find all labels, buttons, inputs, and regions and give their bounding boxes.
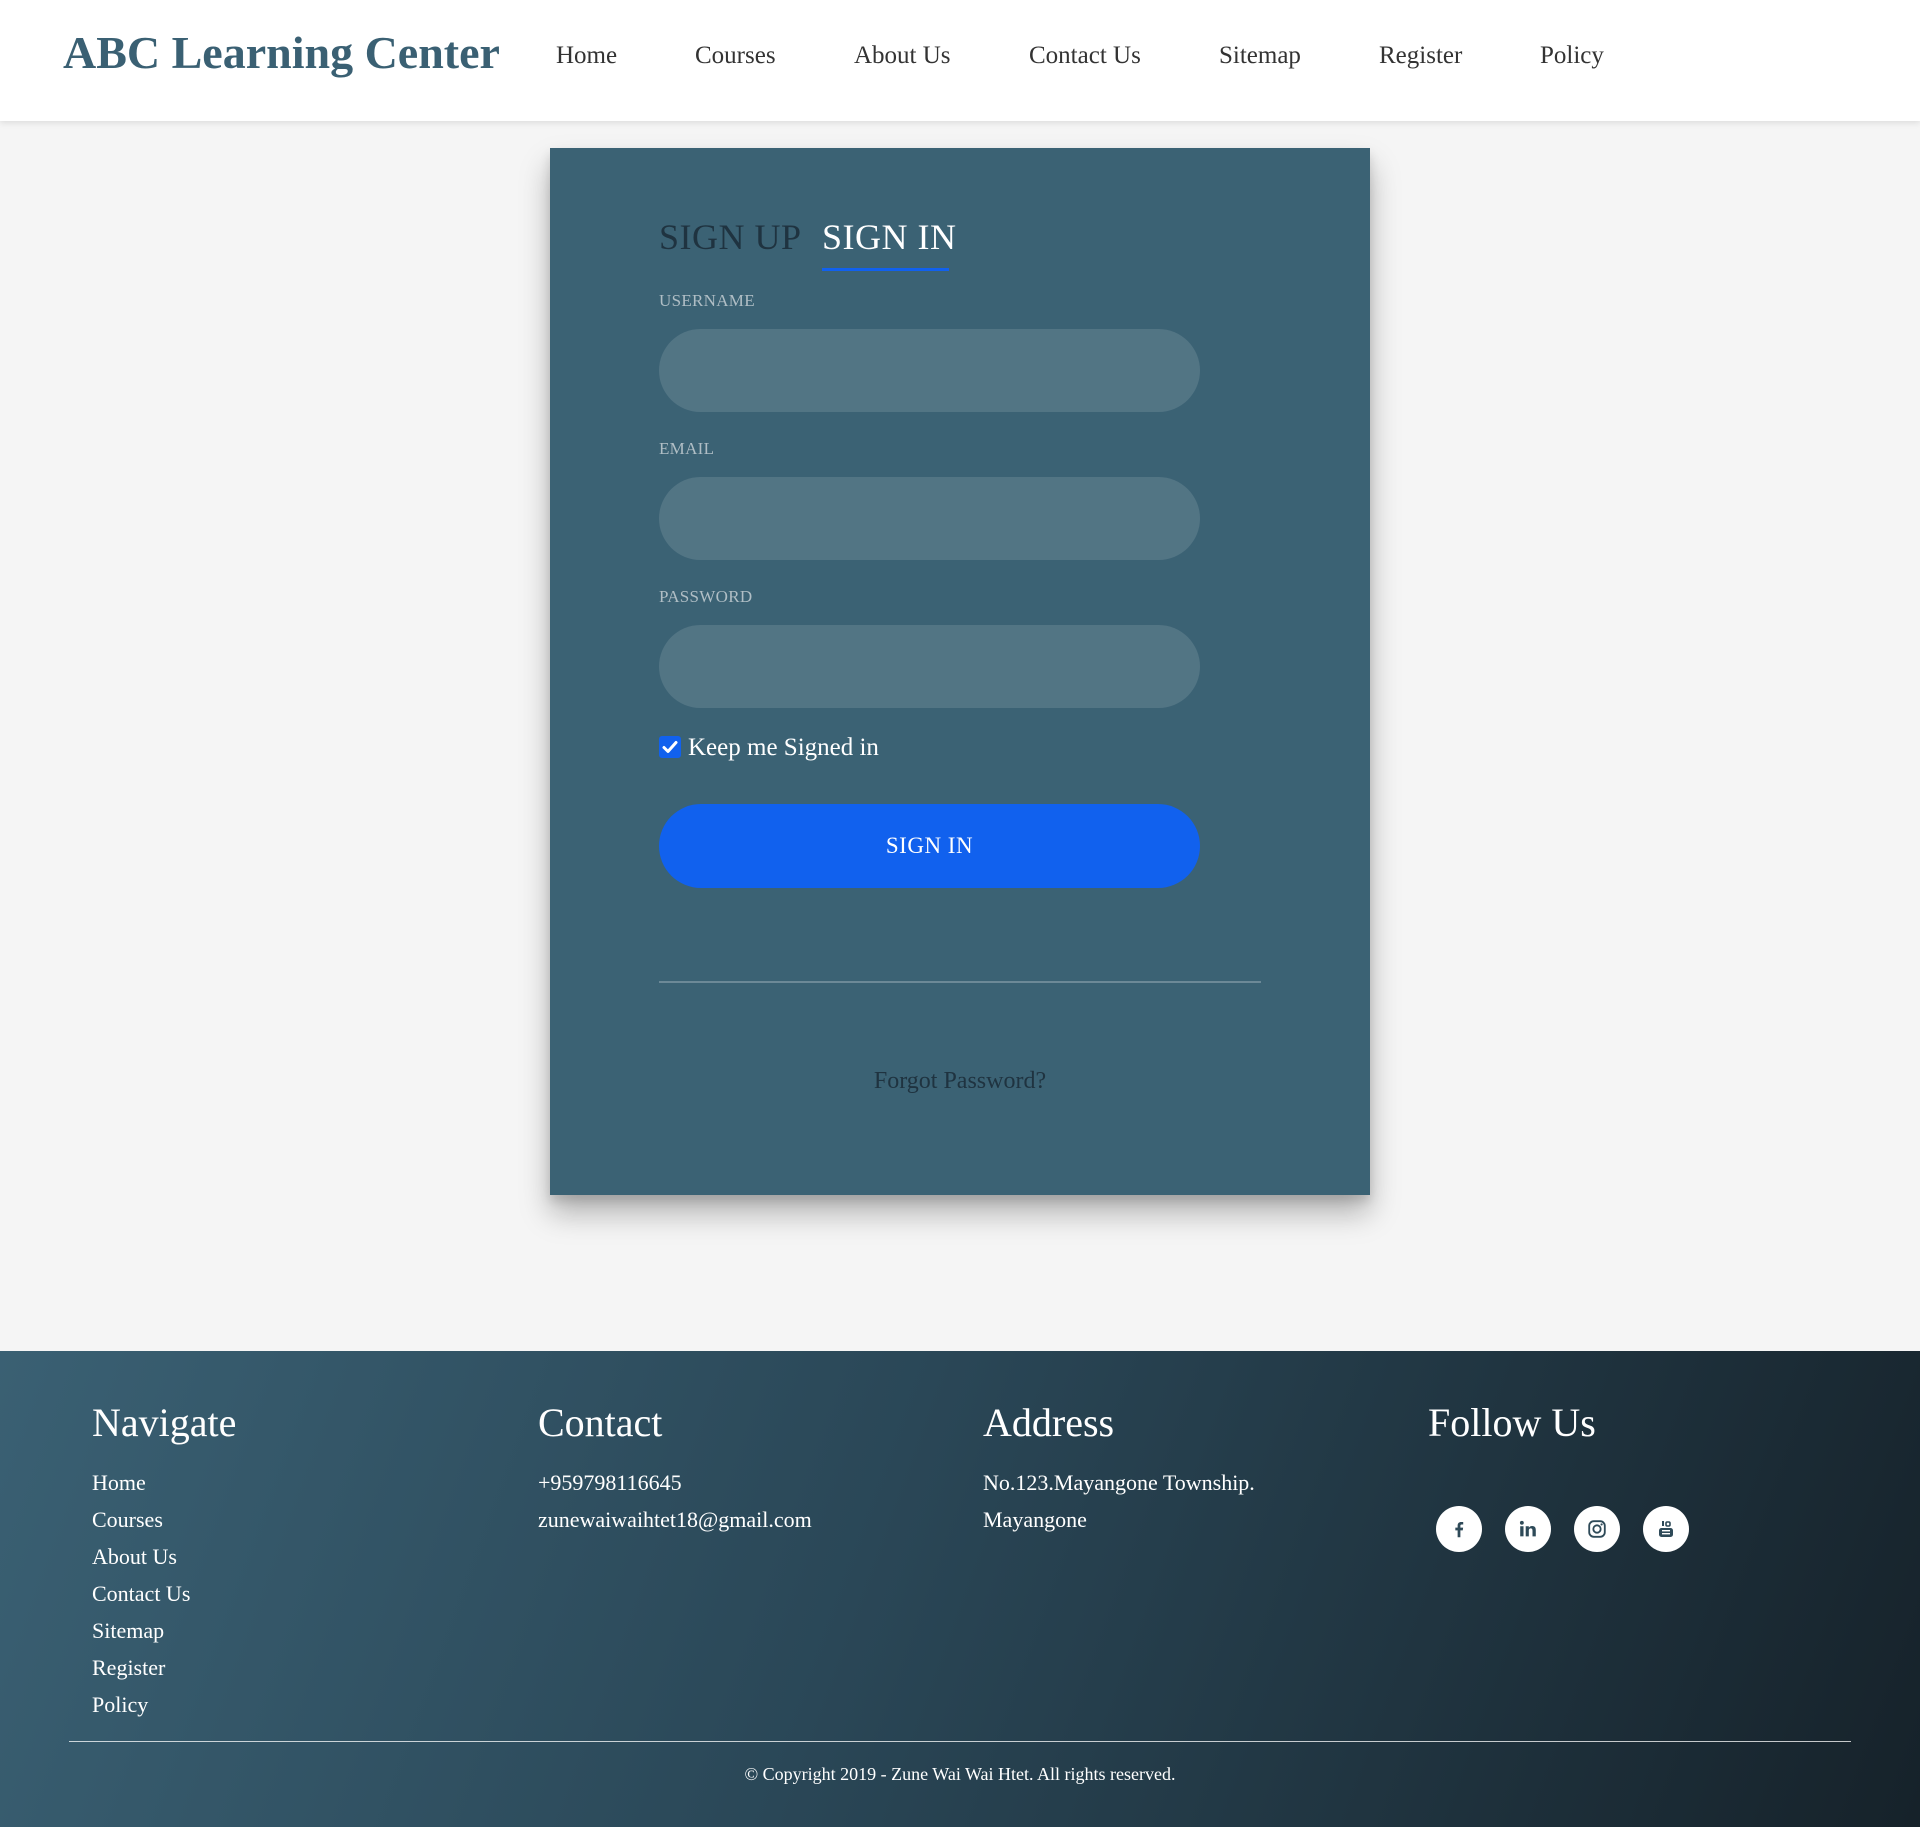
facebook-icon[interactable]	[1436, 1506, 1482, 1552]
footer-link-about-us[interactable]: About Us	[92, 1538, 236, 1575]
nav-sitemap[interactable]: Sitemap	[1219, 42, 1301, 70]
checkmark-icon	[662, 741, 678, 753]
email-input[interactable]	[659, 477, 1200, 560]
footer-link-courses[interactable]: Courses	[92, 1501, 236, 1538]
site-footer: Navigate Home Courses About Us Contact U…	[0, 1351, 1920, 1827]
footer-follow-column: Follow Us	[1428, 1399, 1848, 1599]
site-header: ABC Learning Center Home Courses About U…	[0, 0, 1920, 121]
footer-address-line2: Mayangone	[983, 1507, 1087, 1532]
footer-link-sitemap[interactable]: Sitemap	[92, 1612, 236, 1649]
footer-follow-title: Follow Us	[1428, 1400, 1596, 1445]
footer-contact-column: Contact +959798116645 zunewaiwaihtet18@g…	[538, 1399, 812, 1538]
footer-divider	[69, 1741, 1851, 1742]
keep-signed-in-label[interactable]: Keep me Signed in	[688, 734, 879, 762]
footer-navigate-column: Navigate Home Courses About Us Contact U…	[92, 1399, 236, 1723]
nav-register[interactable]: Register	[1379, 42, 1462, 70]
tab-sign-in[interactable]: SIGN IN	[822, 216, 957, 258]
footer-address-title: Address	[983, 1400, 1115, 1445]
nav-policy[interactable]: Policy	[1540, 42, 1604, 70]
sign-in-button[interactable]: SIGN IN	[659, 804, 1200, 888]
footer-link-contact-us[interactable]: Contact Us	[92, 1575, 236, 1612]
footer-address-column: Address No.123.Mayangone Township. Mayan…	[983, 1399, 1255, 1538]
footer-address-line1: No.123.Mayangone Township.	[983, 1470, 1255, 1495]
brand-logo-text[interactable]: ABC Learning Center	[63, 26, 500, 79]
instagram-icon[interactable]	[1574, 1506, 1620, 1552]
linkedin-icon[interactable]	[1505, 1506, 1551, 1552]
footer-navigate-title: Navigate	[92, 1400, 237, 1445]
password-input[interactable]	[659, 625, 1200, 708]
footer-link-home[interactable]: Home	[92, 1464, 236, 1501]
nav-home[interactable]: Home	[556, 42, 617, 70]
footer-phone: +959798116645	[538, 1470, 682, 1495]
copyright-text: © Copyright 2019 - Zune Wai Wai Htet. Al…	[744, 1764, 1176, 1784]
footer-email: zunewaiwaihtet18@gmail.com	[538, 1507, 812, 1532]
active-tab-indicator	[822, 268, 949, 271]
email-label: EMAIL	[659, 439, 715, 458]
form-divider	[659, 981, 1261, 983]
nav-about-us[interactable]: About Us	[854, 42, 951, 70]
youtube-icon[interactable]	[1643, 1506, 1689, 1552]
keep-signed-in-checkbox[interactable]	[659, 736, 681, 758]
forgot-password-link[interactable]: Forgot Password?	[659, 1068, 1261, 1095]
username-label: USERNAME	[659, 291, 755, 310]
login-card: SIGN UP SIGN IN USERNAME EMAIL PASSWORD …	[550, 148, 1370, 1195]
password-label: PASSWORD	[659, 587, 753, 606]
footer-link-policy[interactable]: Policy	[92, 1686, 236, 1723]
nav-contact-us[interactable]: Contact Us	[1029, 42, 1141, 70]
footer-contact-title: Contact	[538, 1400, 663, 1445]
footer-link-register[interactable]: Register	[92, 1649, 236, 1686]
username-input[interactable]	[659, 329, 1200, 412]
tab-sign-up[interactable]: SIGN UP	[659, 216, 802, 258]
nav-courses[interactable]: Courses	[695, 42, 776, 70]
